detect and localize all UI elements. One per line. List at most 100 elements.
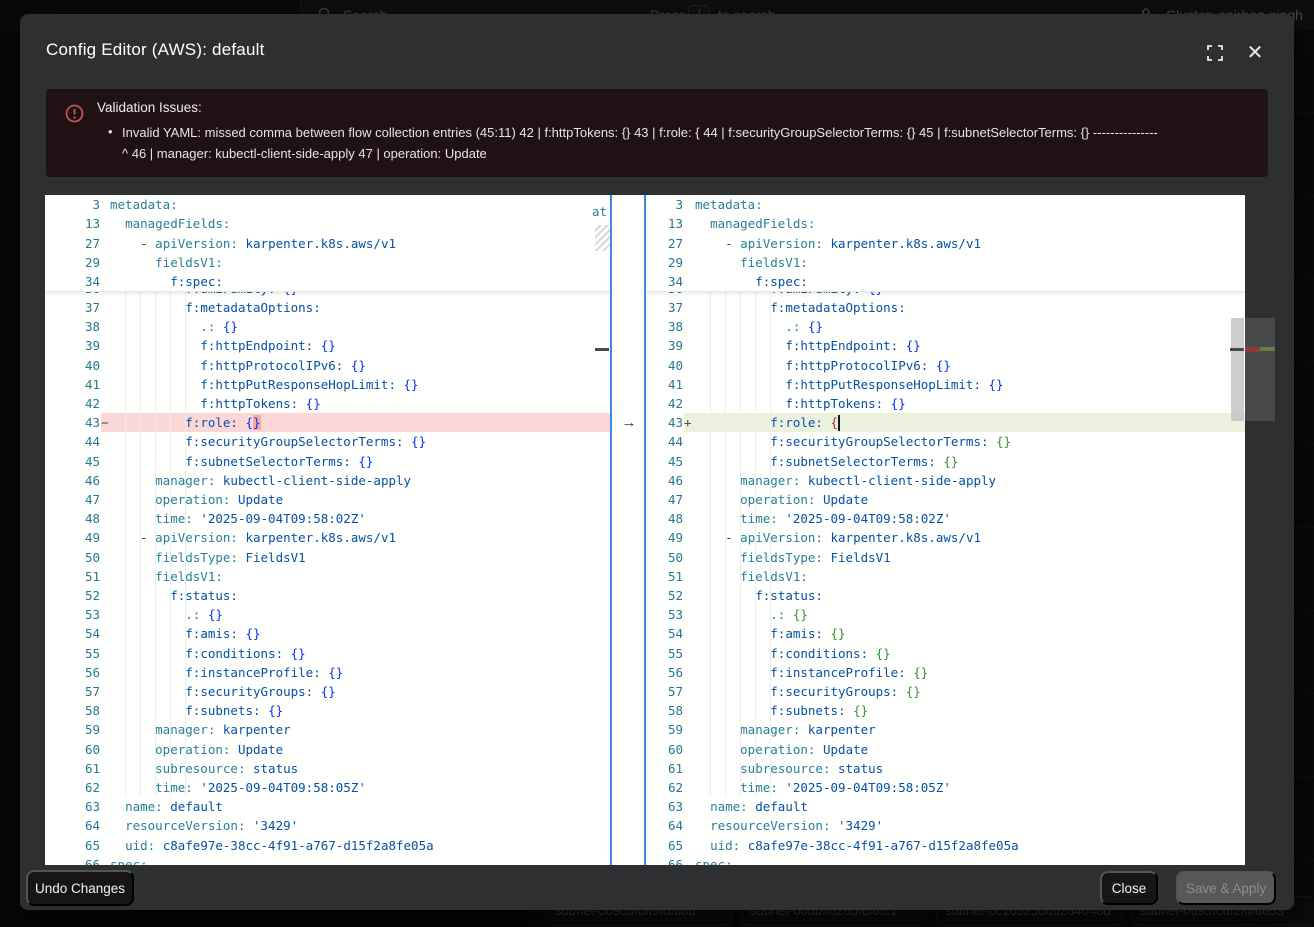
fullscreen-icon[interactable]: [1204, 42, 1226, 64]
indent-guide: [185, 291, 186, 796]
code-line[interactable]: 13 managedFields:: [646, 214, 1245, 233]
close-icon[interactable]: ✕: [1244, 42, 1266, 64]
code-line[interactable]: 46 manager: kubectl-client-side-apply: [45, 471, 610, 490]
ruler-viewport[interactable]: [1245, 318, 1275, 421]
code-line[interactable]: 66spec:: [45, 855, 610, 865]
code-line[interactable]: 27 - apiVersion: karpenter.k8s.aws/v1: [646, 234, 1245, 253]
code-line[interactable]: 41 f:httpPutResponseHopLimit: {}: [646, 375, 1245, 394]
sticky-scroll-left: 3metadata:13 managedFields:27 - apiVersi…: [45, 195, 610, 292]
code-line[interactable]: 47 operation: Update: [646, 490, 1245, 509]
code-line[interactable]: 40 f:httpProtocolIPv6: {}: [45, 356, 610, 375]
code-line[interactable]: 64 resourceVersion: '3429': [45, 816, 610, 835]
code-line[interactable]: 65 uid: c8afe97e-38cc-4f91-a767-d15f2a8f…: [45, 836, 610, 855]
line-number: 27: [646, 234, 683, 253]
code-line[interactable]: 45 f:subnetSelectorTerms: {}: [646, 452, 1245, 471]
code-line[interactable]: 48 time: '2025-09-04T09:58:02Z': [45, 509, 610, 528]
code-line[interactable]: 58 f:subnets: {}: [646, 701, 1245, 720]
code-line[interactable]: 63 name: default: [45, 797, 610, 816]
code-line[interactable]: 54 f:amis: {}: [45, 624, 610, 643]
code-line[interactable]: 38 .: {}: [45, 317, 610, 336]
line-number: 66: [45, 855, 100, 865]
code-line[interactable]: 42 f:httpTokens: {}: [45, 394, 610, 413]
line-number: 13: [646, 214, 683, 233]
undo-changes-button[interactable]: Undo Changes: [26, 870, 134, 906]
modified-editor[interactable]: 36 f:amiFamily: {}37 f:metadataOptions:3…: [646, 195, 1245, 865]
line-number: 40: [45, 356, 100, 375]
code-line[interactable]: 56 f:instanceProfile: {}: [45, 663, 610, 682]
code-line[interactable]: 44 f:securityGroupSelectorTerms: {}: [646, 432, 1245, 451]
code-line[interactable]: 50 fieldsType: FieldsV1: [45, 548, 610, 567]
code-line[interactable]: 50 fieldsType: FieldsV1: [646, 548, 1245, 567]
code-line[interactable]: 27 - apiVersion: karpenter.k8s.aws/v1: [45, 234, 610, 253]
code-line[interactable]: 56 f:instanceProfile: {}: [646, 663, 1245, 682]
code-line[interactable]: 66spec:: [646, 855, 1245, 865]
diff-sash[interactable]: →: [610, 195, 646, 865]
code-line[interactable]: 45 f:subnetSelectorTerms: {}: [45, 452, 610, 471]
code-line[interactable]: 29 fieldsV1:: [45, 253, 610, 272]
code-line[interactable]: 39 f:httpEndpoint: {}: [646, 336, 1245, 355]
vertical-scrollbar[interactable]: [1231, 318, 1244, 421]
code-line[interactable]: 64 resourceVersion: '3429': [646, 816, 1245, 835]
line-number: 56: [646, 663, 683, 682]
code-line[interactable]: 59 manager: karpenter: [45, 720, 610, 739]
code-line[interactable]: 46 manager: kubectl-client-side-apply: [646, 471, 1245, 490]
code-line[interactable]: 52 f:status:: [646, 586, 1245, 605]
line-number: 61: [45, 759, 100, 778]
code-line[interactable]: 39 f:httpEndpoint: {}: [45, 336, 610, 355]
code-line[interactable]: 51 fieldsV1:: [646, 567, 1245, 586]
code-line[interactable]: 61 subresource: status: [45, 759, 610, 778]
code-line[interactable]: 53 .: {}: [646, 605, 1245, 624]
line-number: 56: [45, 663, 100, 682]
code-line[interactable]: 57 f:securityGroups: {}: [45, 682, 610, 701]
code-line[interactable]: 58 f:subnets: {}: [45, 701, 610, 720]
code-line[interactable]: 55 f:conditions: {}: [646, 644, 1245, 663]
code-line[interactable]: 29 fieldsV1:: [646, 253, 1245, 272]
code-line[interactable]: 51 fieldsV1:: [45, 567, 610, 586]
code-line[interactable]: 43− f:role: {}: [45, 413, 610, 432]
code-line[interactable]: 57 f:securityGroups: {}: [646, 682, 1245, 701]
code-line[interactable]: 53 .: {}: [45, 605, 610, 624]
code-line[interactable]: 44 f:securityGroupSelectorTerms: {}: [45, 432, 610, 451]
line-number: 65: [45, 836, 100, 855]
code-line[interactable]: 13 managedFields:: [45, 214, 610, 233]
code-line[interactable]: 37 f:metadataOptions:: [646, 298, 1245, 317]
code-line[interactable]: 3metadata:: [646, 195, 1245, 214]
code-line[interactable]: 55 f:conditions: {}: [45, 644, 610, 663]
indent-guide: [740, 291, 741, 796]
code-line[interactable]: 34 f:spec:: [45, 272, 610, 291]
code-line[interactable]: 40 f:httpProtocolIPv6: {}: [646, 356, 1245, 375]
code-line[interactable]: 62 time: '2025-09-04T09:58:05Z': [646, 778, 1245, 797]
validation-title: Validation Issues:: [97, 100, 202, 115]
code-line[interactable]: 52 f:status:: [45, 586, 610, 605]
line-number: 3: [45, 195, 100, 214]
code-line[interactable]: 34 f:spec:: [646, 272, 1245, 291]
code-line[interactable]: 62 time: '2025-09-04T09:58:05Z': [45, 778, 610, 797]
code-line[interactable]: 54 f:amis: {}: [646, 624, 1245, 643]
line-number: 45: [646, 452, 683, 471]
code-line[interactable]: 49 - apiVersion: karpenter.k8s.aws/v1: [646, 528, 1245, 547]
code-line[interactable]: 38 .: {}: [646, 317, 1245, 336]
revert-arrow-icon[interactable]: →: [619, 413, 639, 432]
close-button[interactable]: Close: [1100, 871, 1158, 905]
code-line[interactable]: 49 - apiVersion: karpenter.k8s.aws/v1: [45, 528, 610, 547]
code-line[interactable]: 65 uid: c8afe97e-38cc-4f91-a767-d15f2a8f…: [646, 836, 1245, 855]
code-line[interactable]: 47 operation: Update: [45, 490, 610, 509]
code-line[interactable]: 63 name: default: [646, 797, 1245, 816]
code-line[interactable]: 42 f:httpTokens: {}: [646, 394, 1245, 413]
original-editor[interactable]: 36 f:amiFamily: {}37 f:metadataOptions:3…: [45, 195, 610, 865]
code-line[interactable]: 3metadata:: [45, 195, 610, 214]
code-line[interactable]: 60 operation: Update: [646, 740, 1245, 759]
screen: Search Press / to search Cluster: anirba…: [0, 0, 1314, 927]
code-line[interactable]: 37 f:metadataOptions:: [45, 298, 610, 317]
code-line[interactable]: 48 time: '2025-09-04T09:58:02Z': [646, 509, 1245, 528]
text-cursor: [838, 415, 840, 432]
save-apply-button[interactable]: Save & Apply: [1176, 871, 1276, 905]
code-line[interactable]: 59 manager: karpenter: [646, 720, 1245, 739]
code-line[interactable]: 61 subresource: status: [646, 759, 1245, 778]
code-line[interactable]: 41 f:httpPutResponseHopLimit: {}: [45, 375, 610, 394]
code-line[interactable]: 60 operation: Update: [45, 740, 610, 759]
code-line[interactable]: 43+ f:role: {: [646, 413, 1245, 432]
line-number: 51: [646, 567, 683, 586]
diff-overview-ruler[interactable]: [1245, 195, 1275, 865]
line-number: 57: [646, 682, 683, 701]
